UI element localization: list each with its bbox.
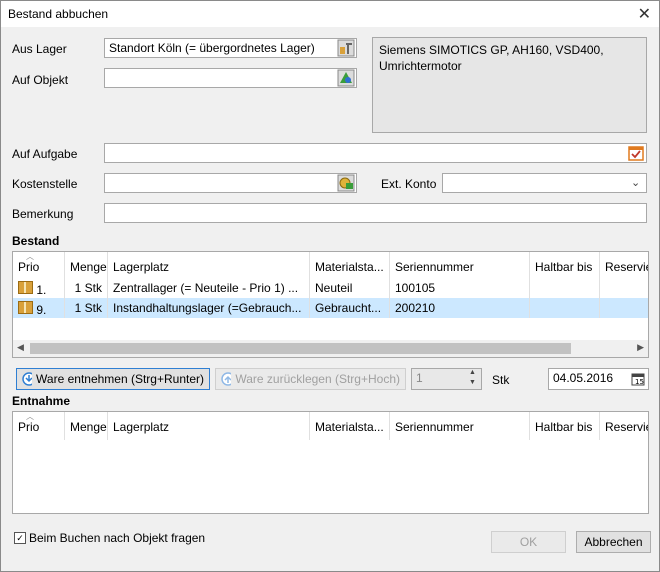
col-lagerplatz[interactable]: Lagerplatz xyxy=(108,252,310,280)
col-menge[interactable]: Menge xyxy=(65,412,108,440)
table-row-selected[interactable]: 9. 1 Stk Instandhaltungslager (=Gebrauch… xyxy=(13,298,648,318)
svg-text:15: 15 xyxy=(635,378,644,386)
ask-object-checkbox[interactable]: ✓ xyxy=(14,532,26,544)
arrow-down-icon xyxy=(22,372,33,386)
storage-icon xyxy=(337,39,355,57)
bestand-title: Bestand xyxy=(12,234,60,248)
bestand-header: ︿ Prio Menge Lagerplatz Materialsta... Se… xyxy=(13,252,648,280)
object-select-button[interactable] xyxy=(336,68,356,88)
chevron-down-icon[interactable]: ⌄ xyxy=(631,176,640,189)
arrow-up-icon xyxy=(221,372,232,386)
sort-up-icon: ︿ xyxy=(26,252,34,261)
ok-button[interactable]: OK xyxy=(491,531,566,553)
col-prio[interactable]: ︿ Prio xyxy=(13,412,65,440)
task-icon xyxy=(628,146,644,161)
cell-menge: 1 Stk xyxy=(65,298,108,318)
col-haltbar[interactable]: Haltbar bis xyxy=(530,252,600,280)
object-info-box: Siemens SIMOTICS GP, AH160, VSD400, Umri… xyxy=(372,37,647,133)
col-materialstatus[interactable]: Materialsta... xyxy=(310,252,390,280)
task-select-button[interactable] xyxy=(626,143,646,163)
bestand-grid[interactable]: ︿ Prio Menge Lagerplatz Materialsta... Se… xyxy=(12,251,649,358)
entnehmen-button[interactable]: Ware entnehmen (Strg+Runter) xyxy=(16,368,210,390)
col-reserviert[interactable]: Reservie xyxy=(600,412,648,440)
scroll-thumb[interactable] xyxy=(30,343,571,354)
col-seriennummer[interactable]: Seriennummer xyxy=(390,412,530,440)
sort-up-icon: ︿ xyxy=(26,412,34,421)
entnahme-grid[interactable]: ︿ Prio Menge Lagerplatz Materialsta... Se… xyxy=(12,411,649,514)
cell-reserv xyxy=(600,278,648,298)
bemerkung-field[interactable] xyxy=(104,203,647,223)
auf-objekt-label: Auf Objekt xyxy=(12,73,69,87)
storage-select-button[interactable] xyxy=(336,38,356,58)
ask-object-label[interactable]: Beim Buchen nach Objekt fragen xyxy=(29,531,205,545)
table-row[interactable]: 1. 1 Stk Zentrallager (= Neuteile - Prio… xyxy=(13,278,648,298)
ext-konto-dropdown[interactable] xyxy=(442,173,647,193)
cell-haltbar xyxy=(530,298,600,318)
ext-konto-label: Ext. Konto xyxy=(381,177,437,191)
window-title: Bestand abbuchen xyxy=(8,7,109,21)
cell-lagerplatz: Zentrallager (= Neuteile - Prio 1) ... xyxy=(108,278,310,298)
cell-serien: 100105 xyxy=(390,278,530,298)
cancel-button[interactable]: Abbrechen xyxy=(576,531,651,553)
bemerkung-label: Bemerkung xyxy=(12,207,74,221)
col-seriennummer[interactable]: Seriennummer xyxy=(390,252,530,280)
aus-lager-label: Aus Lager xyxy=(12,42,67,56)
unit-label: Stk xyxy=(492,373,510,387)
aus-lager-field[interactable]: Standort Köln (= übergordnetes Lager) xyxy=(104,38,357,58)
col-materialstatus[interactable]: Materialsta... xyxy=(310,412,390,440)
col-lagerplatz[interactable]: Lagerplatz xyxy=(108,412,310,440)
col-menge[interactable]: Menge xyxy=(65,252,108,280)
stepper-down-icon[interactable]: ▼ xyxy=(469,379,476,386)
kostenstelle-label: Kostenstelle xyxy=(12,177,78,191)
auf-aufgabe-label: Auf Aufgabe xyxy=(12,147,78,161)
auf-aufgabe-field[interactable] xyxy=(104,143,647,163)
zuruecklegen-button[interactable]: Ware zurücklegen (Strg+Hoch) xyxy=(215,368,406,390)
cell-material: Gebraucht... xyxy=(310,298,390,318)
entnahme-title: Entnahme xyxy=(12,394,71,408)
col-prio[interactable]: ︿ Prio xyxy=(13,252,65,280)
dialog-window: Bestand abbuchen ✕ Aus Lager Standort Kö… xyxy=(0,0,660,572)
cost-center-select-button[interactable] xyxy=(336,173,356,193)
calendar-icon[interactable]: 15 xyxy=(631,372,645,386)
auf-objekt-field[interactable] xyxy=(104,68,357,88)
cell-haltbar xyxy=(530,278,600,298)
col-reserviert[interactable]: Reservie xyxy=(600,252,648,280)
scroll-right-icon[interactable]: ▶ xyxy=(637,342,644,353)
stepper-up-icon[interactable]: ▲ xyxy=(469,369,476,376)
box-icon xyxy=(18,281,33,294)
entnahme-header: ︿ Prio Menge Lagerplatz Materialsta... Se… xyxy=(13,412,648,440)
cell-lagerplatz: Instandhaltungslager (=Gebrauch... xyxy=(108,298,310,318)
bestand-hscrollbar[interactable]: ◀ ▶ xyxy=(13,340,648,357)
kostenstelle-field[interactable] xyxy=(104,173,357,193)
box-icon xyxy=(18,301,33,314)
cell-reserv xyxy=(600,298,648,318)
scroll-left-icon[interactable]: ◀ xyxy=(17,342,24,353)
cell-material: Neuteil xyxy=(310,278,390,298)
title-bar: Bestand abbuchen ✕ xyxy=(1,1,659,27)
object-icon xyxy=(337,69,355,87)
col-haltbar[interactable]: Haltbar bis xyxy=(530,412,600,440)
cell-serien: 200210 xyxy=(390,298,530,318)
cell-menge: 1 Stk xyxy=(65,278,108,298)
close-icon[interactable]: ✕ xyxy=(638,4,651,24)
cost-center-icon xyxy=(337,174,355,192)
